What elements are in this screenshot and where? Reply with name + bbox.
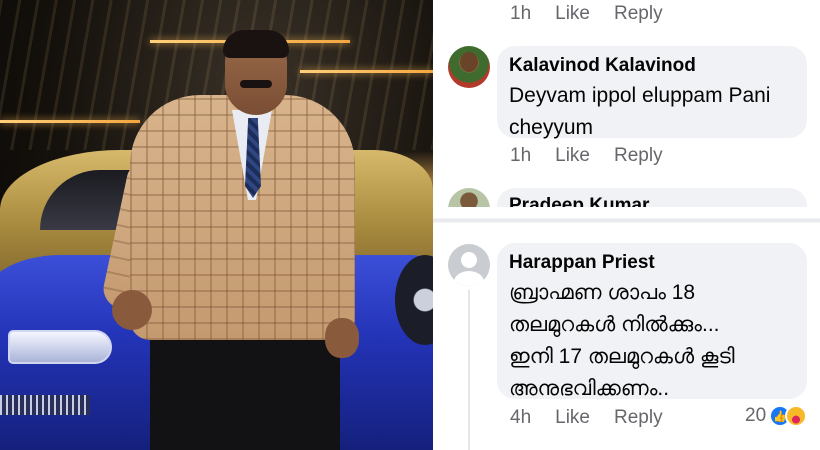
reaction-summary[interactable]: 20 👍 xyxy=(745,405,808,427)
comment-author[interactable]: Kalavinod Kalavinod xyxy=(509,54,795,78)
default-avatar-icon xyxy=(461,252,477,268)
reply-link[interactable]: Reply xyxy=(614,145,663,167)
comment-text: Deyvam ippol eluppam Pani cheyyum xyxy=(509,80,795,144)
person-hair xyxy=(223,30,289,58)
comment-time: 1h xyxy=(510,145,532,166)
thread-line xyxy=(468,290,470,450)
like-link[interactable]: Like xyxy=(555,3,590,25)
comment-text-line: ഇനി 17 തലമുറകൾ കൂടി xyxy=(509,345,735,368)
comment-author[interactable]: Harappan Priest xyxy=(509,251,795,275)
default-avatar-body xyxy=(454,271,484,286)
comment-text-line: ബ്രാഹ്മണ ശാപം 18 xyxy=(509,281,696,304)
reply-link[interactable]: Reply xyxy=(614,3,663,25)
person-hand xyxy=(112,290,152,330)
comment-text-line: അനുഭവിക്കണം.. xyxy=(509,377,670,400)
avatar[interactable] xyxy=(448,46,490,88)
reply-link[interactable]: Reply xyxy=(614,407,663,429)
like-link[interactable]: Like xyxy=(555,145,590,167)
light-strip xyxy=(300,70,433,73)
comments-panel: 1h Like Reply Kalavinod Kalavinod Deyvam… xyxy=(433,0,820,450)
avatar[interactable] xyxy=(448,244,490,286)
comment-meta: 1h Like Reply xyxy=(510,3,663,25)
comment-time: 1h xyxy=(510,3,532,24)
comment-time: 4h xyxy=(510,407,532,428)
comment-bubble: Kalavinod Kalavinod Deyvam ippol eluppam… xyxy=(497,46,807,139)
comment-text-line: Deyvam ippol eluppam Pani xyxy=(509,84,771,107)
person-hand xyxy=(325,318,359,358)
person-mustache xyxy=(240,80,272,88)
comment-meta: 1h Like Reply xyxy=(510,145,663,167)
reaction-count: 20 xyxy=(745,405,767,426)
car-headlight xyxy=(8,330,112,364)
like-link[interactable]: Like xyxy=(555,407,590,429)
comment-text-line: cheyyum xyxy=(509,116,594,139)
comment-bubble: Harappan Priest ബ്രാഹ്മണ ശാപം 18 തലമുറകൾ… xyxy=(497,243,807,400)
screenshot-seam xyxy=(433,207,820,235)
light-strip xyxy=(0,120,140,123)
post-photo[interactable] xyxy=(0,0,433,450)
comment-text: ബ്രാഹ്മണ ശാപം 18 തലമുറകൾ നിൽക്കും... ഇനി… xyxy=(509,277,795,405)
comment-meta: 4h Like Reply xyxy=(510,407,663,429)
car-grille xyxy=(0,395,90,415)
comment-text-line: തലമുറകൾ നിൽക്കും... xyxy=(509,313,720,336)
haha-icon xyxy=(785,405,808,427)
